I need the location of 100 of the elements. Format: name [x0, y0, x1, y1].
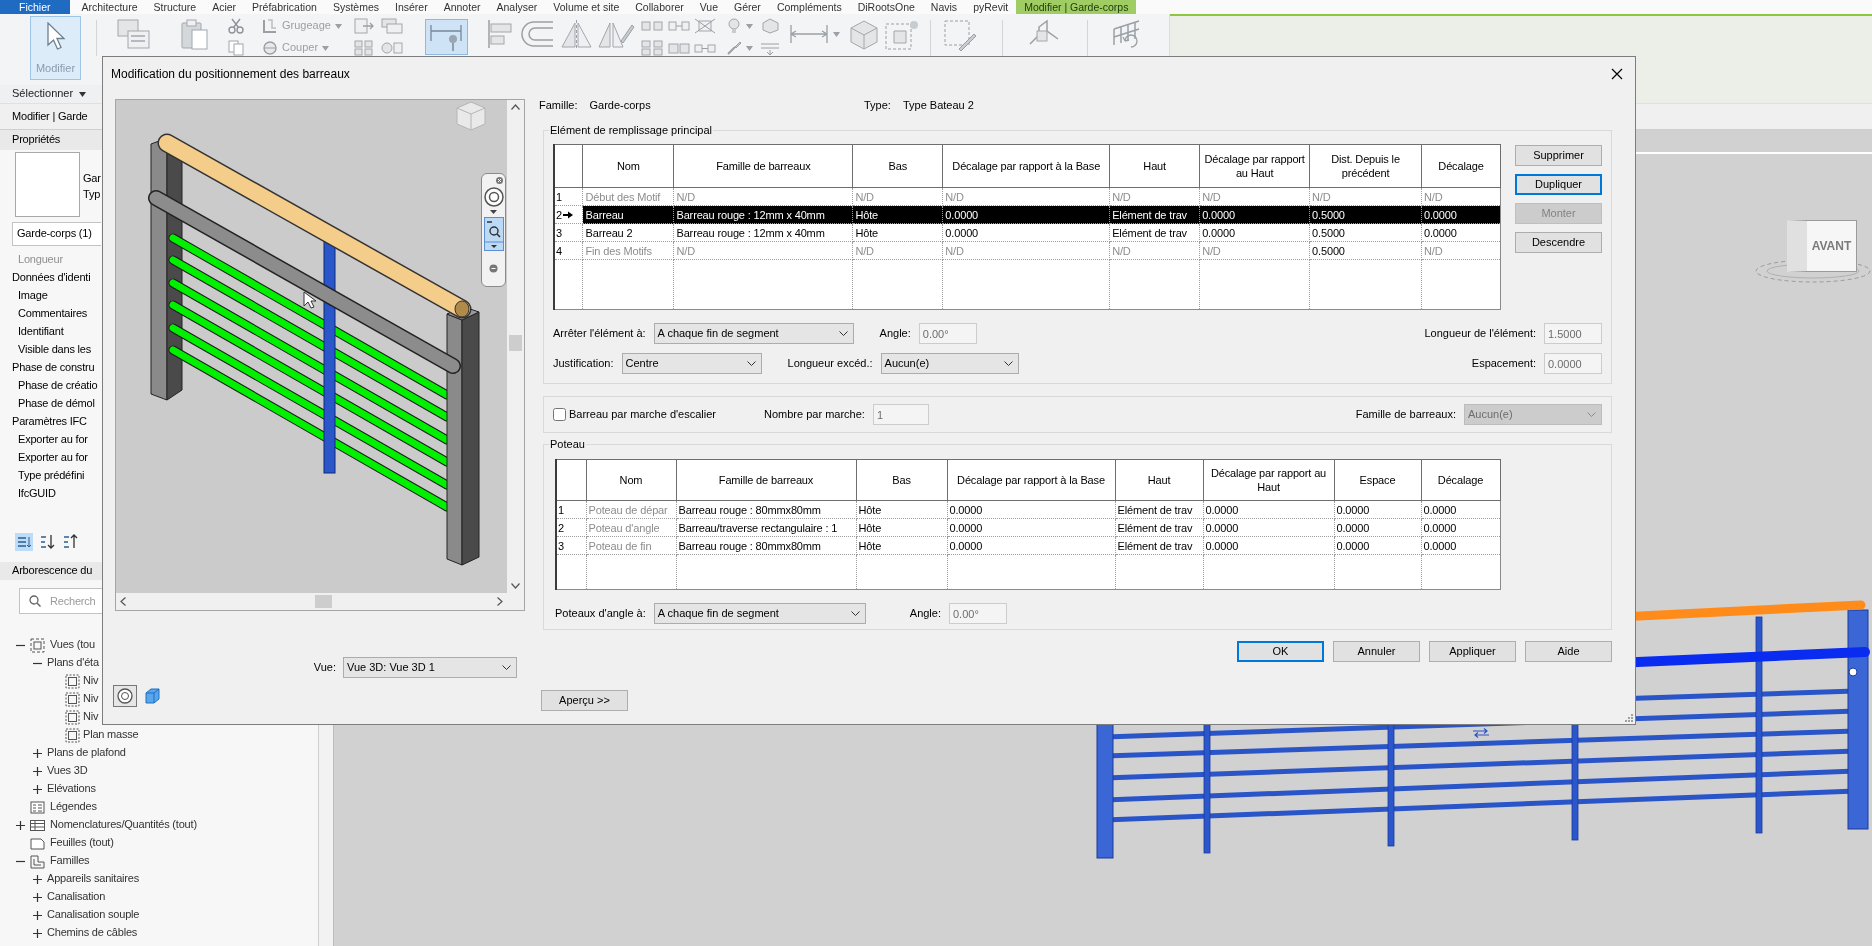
ribbon-tab[interactable]: Gérer	[726, 0, 769, 14]
table-cell[interactable]: 0.0000	[947, 536, 1115, 555]
help-button[interactable]: Aide	[1525, 641, 1612, 662]
tree-item[interactable]: Vues 3D	[47, 764, 88, 778]
concentric-circles-icon[interactable]	[483, 187, 504, 207]
tree-item[interactable]: Chemins de câbles	[47, 926, 138, 940]
ribbon-tab[interactable]: Acier	[204, 0, 245, 14]
search-field[interactable]: Recherch	[19, 588, 102, 614]
table-cell[interactable]: Barreau rouge : 80mmx80mm	[676, 500, 856, 519]
caret-icon[interactable]	[490, 210, 497, 214]
tree-item[interactable]: Canalisation souple	[47, 908, 140, 922]
column-header[interactable]: Décalage	[1421, 144, 1501, 188]
ribbon-tab[interactable]: Préfabrication	[244, 0, 325, 14]
table-cell[interactable]: Elément de trav	[1109, 223, 1200, 242]
window-arrow-icon[interactable]	[354, 18, 374, 34]
column-header[interactable]: Nom	[583, 144, 674, 188]
square-row-icon[interactable]	[668, 40, 690, 56]
paint-brush-icon[interactable]	[726, 40, 742, 56]
column-header[interactable]: Décalage par rapport au Haut	[1203, 459, 1334, 501]
ribbon-tab[interactable]: Insérer	[387, 0, 436, 14]
minus-circle-icon[interactable]	[489, 264, 498, 273]
ribbon-tab[interactable]: Navis	[922, 0, 966, 14]
table-cell[interactable]: Barreau	[583, 205, 674, 224]
table-cell[interactable]: 0.0000	[947, 518, 1115, 537]
grid-squares-icon[interactable]	[354, 40, 374, 56]
chevron-right-icon[interactable]	[497, 597, 503, 606]
scroll-thumb[interactable]	[509, 335, 522, 351]
clipboard-icon[interactable]	[181, 19, 208, 50]
table-cell[interactable]: 0.0000	[942, 223, 1110, 242]
ribbon-tab[interactable]: pyRevit	[965, 0, 1017, 14]
ribbon-tab[interactable]: Systèmes	[324, 0, 387, 14]
zoom-icon[interactable]	[483, 217, 504, 251]
dropdown[interactable]: A chaque fin de segment	[653, 603, 866, 624]
tree-item[interactable]: Feuilles (tout)	[50, 836, 114, 850]
ribbon-tab[interactable]: Compléments	[768, 0, 850, 14]
tree-item[interactable]: Légendes	[50, 800, 97, 814]
copy-icon[interactable]	[228, 40, 244, 56]
table-cell[interactable]: 0.0000	[947, 500, 1115, 519]
tree-item[interactable]: Nomenclatures/Quantités (tout)	[50, 818, 197, 832]
duplicate-button[interactable]: Dupliquer	[1515, 174, 1602, 195]
split-rects-icon[interactable]	[641, 18, 663, 34]
checkbox-label[interactable]: Barreau par marche d'escalier	[569, 407, 716, 422]
table-cell[interactable]: 0.0000	[1203, 500, 1334, 519]
ribbon-tab[interactable]: Analyser	[488, 0, 546, 14]
ribbon-tab[interactable]: Modifier | Garde-corps	[1016, 0, 1137, 14]
cancel-button[interactable]: Annuler	[1333, 641, 1420, 662]
close-icon[interactable]	[496, 177, 503, 184]
expand-icon[interactable]	[32, 784, 42, 794]
table-cell[interactable]: 0.0000	[1334, 518, 1421, 537]
view-cube[interactable]: AVANT	[1787, 220, 1857, 272]
ribbon-tab[interactable]: Annoter	[435, 0, 489, 14]
apply-button[interactable]: Appliquer	[1429, 641, 1516, 662]
column-header[interactable]: Famille de barreaux	[676, 459, 856, 501]
column-header[interactable]: Espace	[1334, 459, 1421, 501]
ribbon-tab[interactable]: Architecture	[73, 0, 146, 14]
chevron-left-icon[interactable]	[120, 597, 126, 606]
flip-arrows-icon[interactable]	[1472, 728, 1490, 738]
tree-item[interactable]: Vues (tou	[50, 638, 95, 652]
close-button[interactable]	[1611, 68, 1623, 80]
column-header[interactable]: Bas	[852, 144, 943, 188]
cross-square-icon[interactable]	[694, 18, 716, 34]
table-row[interactable]: 3 Barreau 2 Barreau rouge : 12mm x 40mm Hôte 0.0000 Elément de trav 0.0000 0.5000 0.0000	[554, 223, 1501, 242]
align-icon[interactable]	[486, 19, 514, 49]
table-cell[interactable]: Hôte	[852, 223, 943, 242]
ok-button[interactable]: OK	[1237, 641, 1324, 662]
cube-icon[interactable]	[145, 688, 160, 704]
column-header[interactable]: Décalage par rapport à la Base	[942, 144, 1110, 188]
expand-icon[interactable]	[32, 874, 42, 884]
sort-descending-icon[interactable]	[61, 533, 79, 551]
table-cell[interactable]: Barreau rouge : 80mmx80mm	[676, 536, 856, 555]
tree-item[interactable]: Plans de plafond	[47, 746, 126, 760]
pinned-dimension-icon[interactable]	[425, 19, 468, 55]
offset-curve-icon[interactable]	[520, 19, 554, 49]
preview-viewport[interactable]	[116, 100, 507, 593]
dropdown[interactable]: Vue 3D: Vue 3D 1	[343, 657, 517, 678]
ribbon-tab[interactable]: Volume et site	[545, 0, 628, 14]
tree-item[interactable]: Niv	[83, 674, 99, 688]
dropdown[interactable]: Centre	[621, 353, 762, 374]
tree-item[interactable]: Niv	[83, 710, 99, 724]
concentric-circles-icon[interactable]	[113, 685, 137, 707]
tree-item[interactable]: Niv	[83, 692, 99, 706]
table-cell[interactable]: 0.0000	[1203, 536, 1334, 555]
table-cell[interactable]: Hôte	[856, 536, 947, 555]
arrow-lines-icon[interactable]	[759, 40, 781, 56]
categorized-list-icon[interactable]	[15, 533, 33, 551]
expand-icon[interactable]	[32, 928, 42, 938]
table-cell[interactable]: Barreau rouge : 12mm x 40mm	[673, 205, 853, 224]
tree-item[interactable]: Elévations	[47, 782, 96, 796]
stacked-windows-icon[interactable]	[117, 19, 150, 49]
preview-toggle-button[interactable]: Aperçu >>	[541, 690, 628, 711]
tree-item[interactable]: Familles	[50, 854, 90, 868]
table-cell[interactable]: Barreau 2	[583, 223, 674, 242]
delete-button[interactable]: Supprimer	[1515, 145, 1602, 166]
table-row[interactable]: 2 Barreau Barreau rouge : 12mm x 40mm Hôte 0.0000 Elément de trav 0.0000 0.5000 0.0000	[554, 205, 1501, 224]
column-header[interactable]: Haut	[1115, 459, 1203, 501]
table-cell[interactable]: Elément de trav	[1115, 500, 1203, 519]
ribbon-tab[interactable]: Fichier	[0, 0, 70, 14]
table-cell[interactable]: 0.5000	[1309, 223, 1422, 242]
column-header[interactable]: Haut	[1109, 144, 1200, 188]
table-cell[interactable]: Elément de trav	[1115, 518, 1203, 537]
